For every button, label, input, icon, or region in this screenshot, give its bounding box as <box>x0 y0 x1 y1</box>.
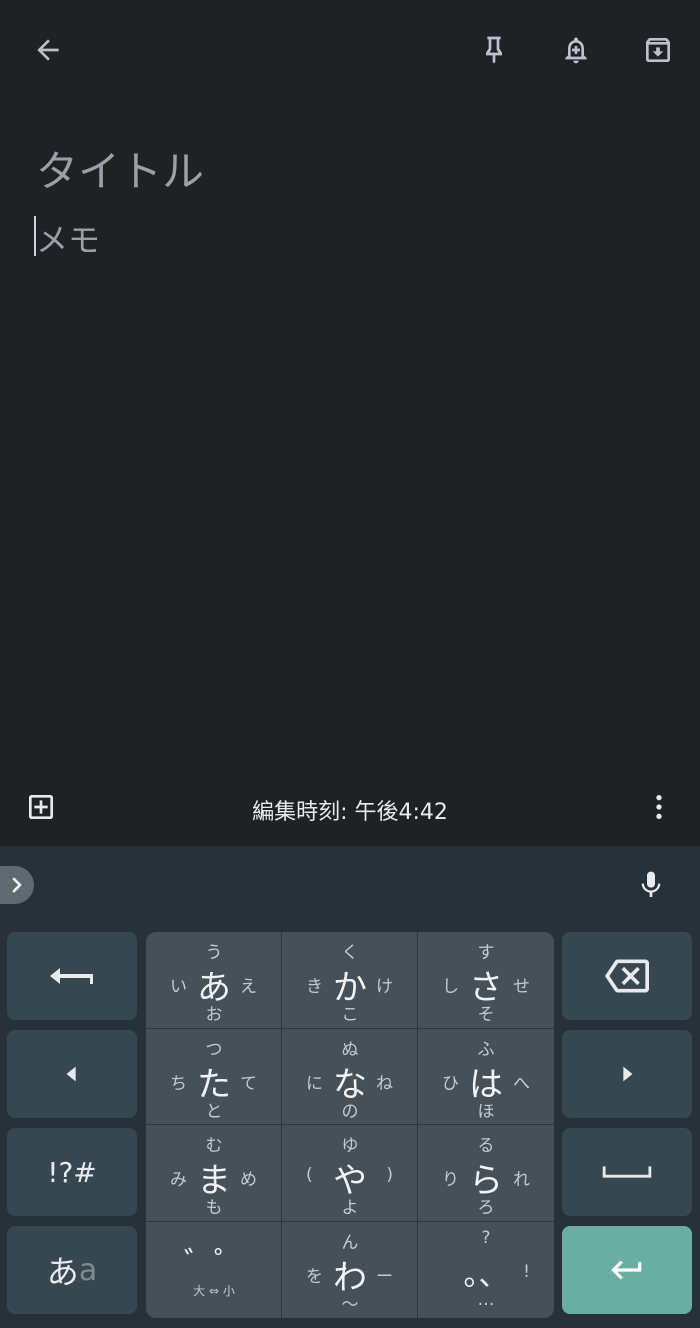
kana-key-sa[interactable]: す し さ せ そ <box>418 932 554 1029</box>
input-mode-key[interactable]: あ a <box>7 1226 137 1314</box>
flick-right: せ <box>513 977 530 997</box>
flick-right: れ <box>513 1170 530 1190</box>
kana-key-ya[interactable]: ゆ ( や ) よ <box>282 1125 418 1222</box>
kana-key-ma[interactable]: む み ま め も <box>146 1125 282 1222</box>
kana-grid: う い あ え お く き か け こ す し さ せ そ つ ち た て と <box>146 932 554 1318</box>
symbols-key[interactable]: !?# <box>7 1128 137 1216</box>
chevron-right-icon <box>12 877 22 893</box>
key-label: ゛゜ <box>184 1245 244 1281</box>
undo-key[interactable] <box>7 932 137 1020</box>
edited-time: 編集時刻: 午後4:42 <box>252 800 448 825</box>
kana-key-ha[interactable]: ふ ひ は へ ほ <box>418 1029 554 1125</box>
flick-down: よ <box>341 1198 359 1218</box>
backspace-icon <box>605 959 649 993</box>
flick-down: ろ <box>477 1198 495 1218</box>
space-bar-icon <box>602 1166 652 1178</box>
keyboard-expand-button[interactable] <box>0 866 34 904</box>
cursor-right-key[interactable] <box>562 1030 692 1118</box>
flick-up: ? <box>481 1227 491 1248</box>
keyboard-toolbar <box>0 846 700 924</box>
arrow-back-icon <box>37 39 59 61</box>
space-key[interactable] <box>562 1128 692 1216</box>
kana-key-wa[interactable]: ん を わ ー 〜 <box>282 1221 418 1318</box>
flick-right: ! <box>523 1261 530 1282</box>
flick-down: と <box>205 1101 223 1122</box>
mic-icon <box>641 871 661 897</box>
flick-down: ほ <box>477 1101 495 1122</box>
kana-key-na[interactable]: ぬ に な ね の <box>282 1028 418 1125</box>
mode-alpha-label: a <box>78 1252 98 1288</box>
flick-down: 〜 <box>341 1294 359 1315</box>
pin-icon <box>486 36 502 64</box>
title-input[interactable]: タイトル <box>36 138 204 199</box>
triangle-right-icon <box>623 1066 633 1082</box>
punctuation-key[interactable]: ? 。、 ! … <box>418 1222 554 1319</box>
symbols-label: !?# <box>47 1155 97 1189</box>
flick-right: て <box>240 1073 257 1094</box>
cursor-left-key[interactable] <box>7 1030 137 1118</box>
return-arrow-icon <box>611 1260 642 1280</box>
kana-key-ra[interactable]: る り ら れ ろ <box>418 1125 554 1222</box>
enter-key[interactable] <box>562 1226 692 1314</box>
kana-key-ta[interactable]: つ ち た て と <box>146 1028 282 1125</box>
pin-button[interactable] <box>470 26 518 74</box>
flick-right: ね <box>376 1073 393 1094</box>
flick-down: こ <box>341 1005 359 1025</box>
flick-down: そ <box>477 1005 495 1025</box>
top-app-bar <box>0 0 700 100</box>
flick-down: … <box>477 1289 495 1310</box>
bottom-bar: 編集時刻: 午後4:42 <box>0 780 700 846</box>
flick-right: め <box>240 1170 257 1190</box>
undo-arrow-icon <box>50 968 93 984</box>
more-vert-icon <box>656 795 662 819</box>
flick-down: も <box>205 1198 223 1218</box>
triangle-left-icon <box>66 1066 76 1082</box>
kana-key-a[interactable]: う い あ え お <box>146 932 282 1029</box>
flick-right: け <box>376 977 393 997</box>
size-toggle-label: 大 ⇔ 小 <box>193 1283 235 1298</box>
reminder-button[interactable] <box>552 26 600 74</box>
text-cursor <box>34 216 36 256</box>
flick-right: へ <box>513 1073 530 1094</box>
mode-kana-label: あ <box>46 1253 79 1291</box>
flick-right: え <box>240 977 257 997</box>
note-input[interactable]: メモ <box>36 215 100 261</box>
more-options-button[interactable] <box>635 783 683 831</box>
flick-right: ) <box>386 1165 393 1185</box>
japanese-keyboard: !?# あ a う い あ え お く き か け こ す し さ せ そ つ … <box>0 846 700 1328</box>
flick-down: の <box>341 1101 359 1122</box>
bell-plus-icon <box>565 37 587 64</box>
flick-down: お <box>205 1005 223 1025</box>
key-label: 。、 <box>463 1257 509 1293</box>
kana-key-ka[interactable]: く き か け こ <box>282 932 418 1029</box>
back-button[interactable] <box>24 26 72 74</box>
archive-icon <box>646 38 670 62</box>
archive-button[interactable] <box>634 26 682 74</box>
flick-right: ー <box>376 1266 393 1287</box>
backspace-key[interactable] <box>562 932 692 1020</box>
voice-input-button[interactable] <box>632 866 670 904</box>
dakuten-key[interactable]: ゛゜ 大 ⇔ 小 <box>146 1221 282 1318</box>
